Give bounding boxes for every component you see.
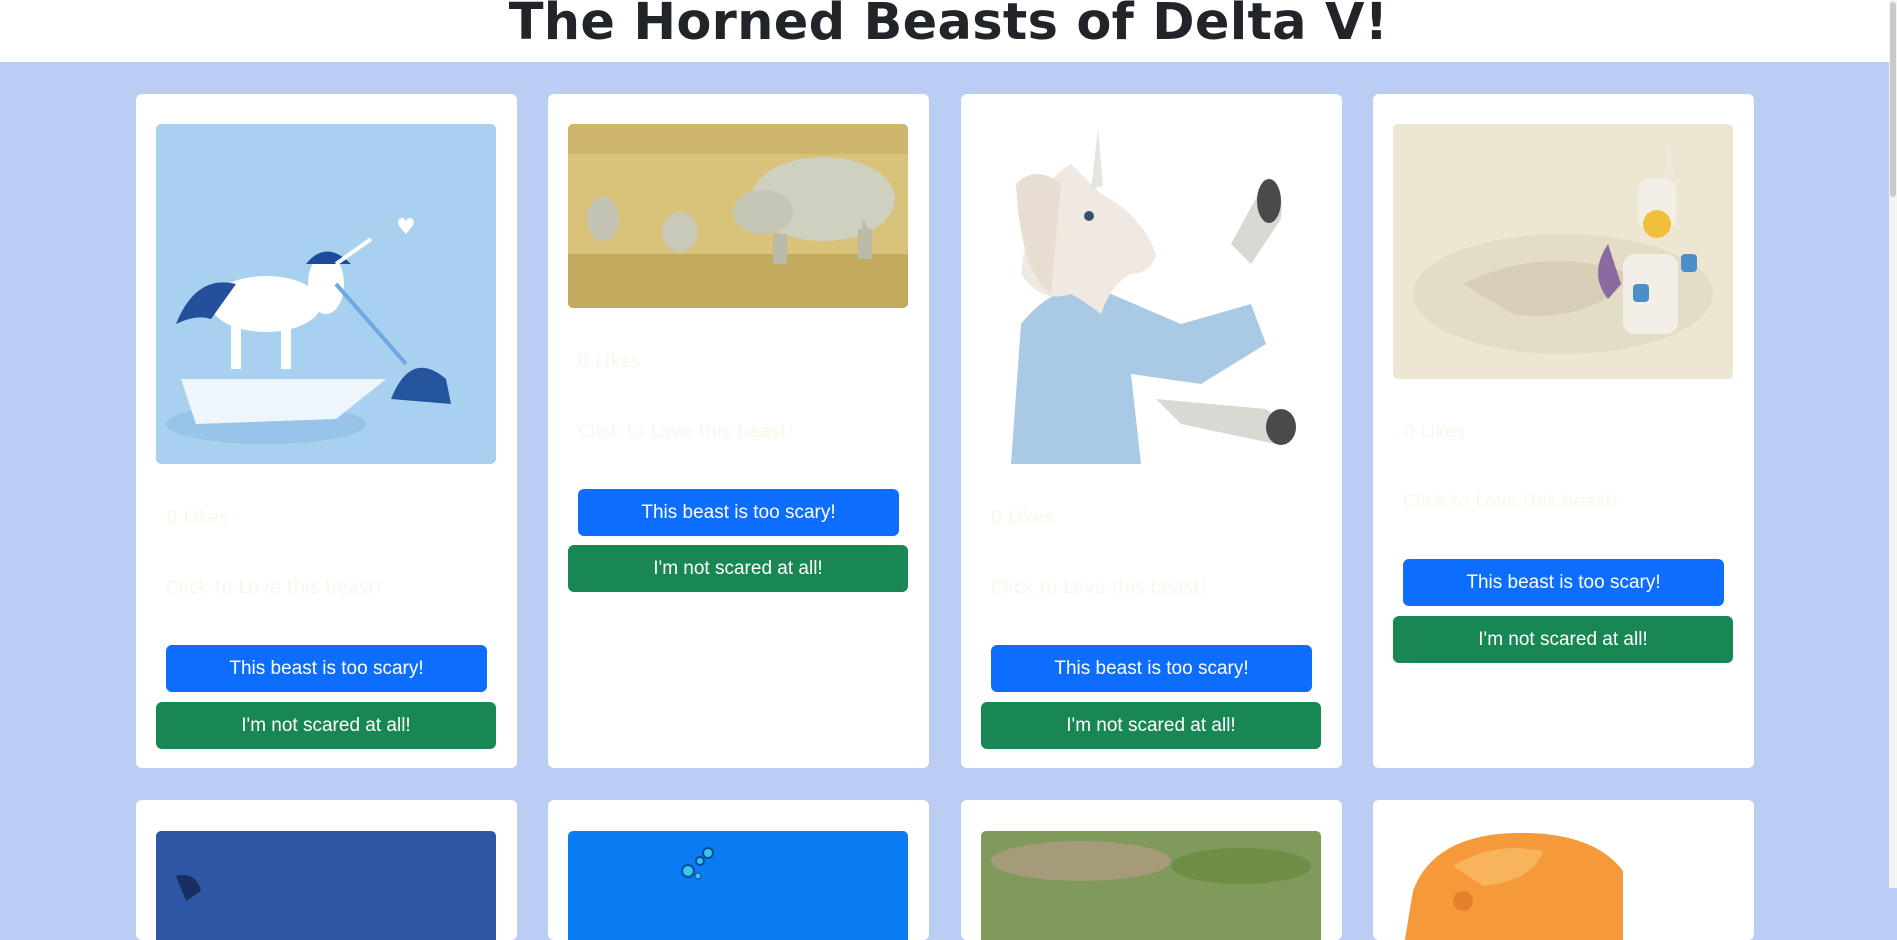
beast-card [961,800,1342,940]
too-scary-button[interactable]: This beast is too scary! [166,645,487,692]
likes-count: 0 Likes [1403,421,1466,442]
grass-photo [981,831,1321,940]
scrollbar-thumb[interactable] [1890,2,1896,197]
bubbles-blue-image [568,831,908,940]
not-scared-button[interactable]: I'm not scared at all! [981,702,1321,749]
beast-image-rhino[interactable] [568,124,908,308]
rhino-family-photo [568,124,908,308]
love-prompt[interactable]: Click to Love this beast! [578,421,794,442]
not-scared-button[interactable]: I'm not scared at all! [1393,616,1733,663]
unicorn-narwhal-illustration: ♥ [156,124,496,464]
beast-image-unicorn-narwhal[interactable]: ♥ [156,124,496,464]
too-scary-button[interactable]: This beast is too scary! [578,489,899,536]
orange-triceratops-toy [1393,831,1733,940]
beast-card [548,800,929,940]
too-scary-button[interactable]: This beast is too scary! [991,645,1312,692]
love-prompt[interactable]: Click to Love this beast! [166,577,382,598]
not-scared-button[interactable]: I'm not scared at all! [568,545,908,592]
beast-image-lego-unicorn[interactable] [1393,124,1733,379]
beast-image[interactable] [981,831,1321,940]
beast-card: 0 Likes Click to Love this beast! This b… [548,94,929,768]
love-prompt[interactable]: Click to Love this beast! [1403,491,1619,512]
unicorn-mask-person-photo [981,124,1321,464]
beast-card [136,800,517,940]
beast-card [1373,800,1754,940]
page-scrollbar[interactable] [1889,0,1897,888]
not-scared-button[interactable]: I'm not scared at all! [156,702,496,749]
beast-image[interactable] [568,831,908,940]
beast-image[interactable] [156,831,496,940]
beast-card: 0 Likes Click to Love this beast! This b… [961,94,1342,768]
svg-text:♥: ♥ [396,215,416,240]
narwhal-blue-image [156,831,496,940]
beast-card: 0 Likes Click to Love this beast! This b… [1373,94,1754,768]
beast-image-unicorn-mask[interactable] [981,124,1321,464]
beast-card: ♥ 0 Likes Click to Love this beast! This… [136,94,517,768]
likes-count: 0 Likes [166,507,229,528]
page-title: The Horned Beasts of Delta V! [508,0,1389,52]
page-header: The Horned Beasts of Delta V! [0,0,1897,62]
love-prompt[interactable]: Click to Love this beast! [991,577,1207,598]
too-scary-button[interactable]: This beast is too scary! [1403,559,1724,606]
likes-count: 0 Likes [991,507,1054,528]
beast-image[interactable] [1393,831,1733,940]
likes-count: 0 Likes [578,351,641,372]
lego-unicorn-photo [1393,124,1733,379]
